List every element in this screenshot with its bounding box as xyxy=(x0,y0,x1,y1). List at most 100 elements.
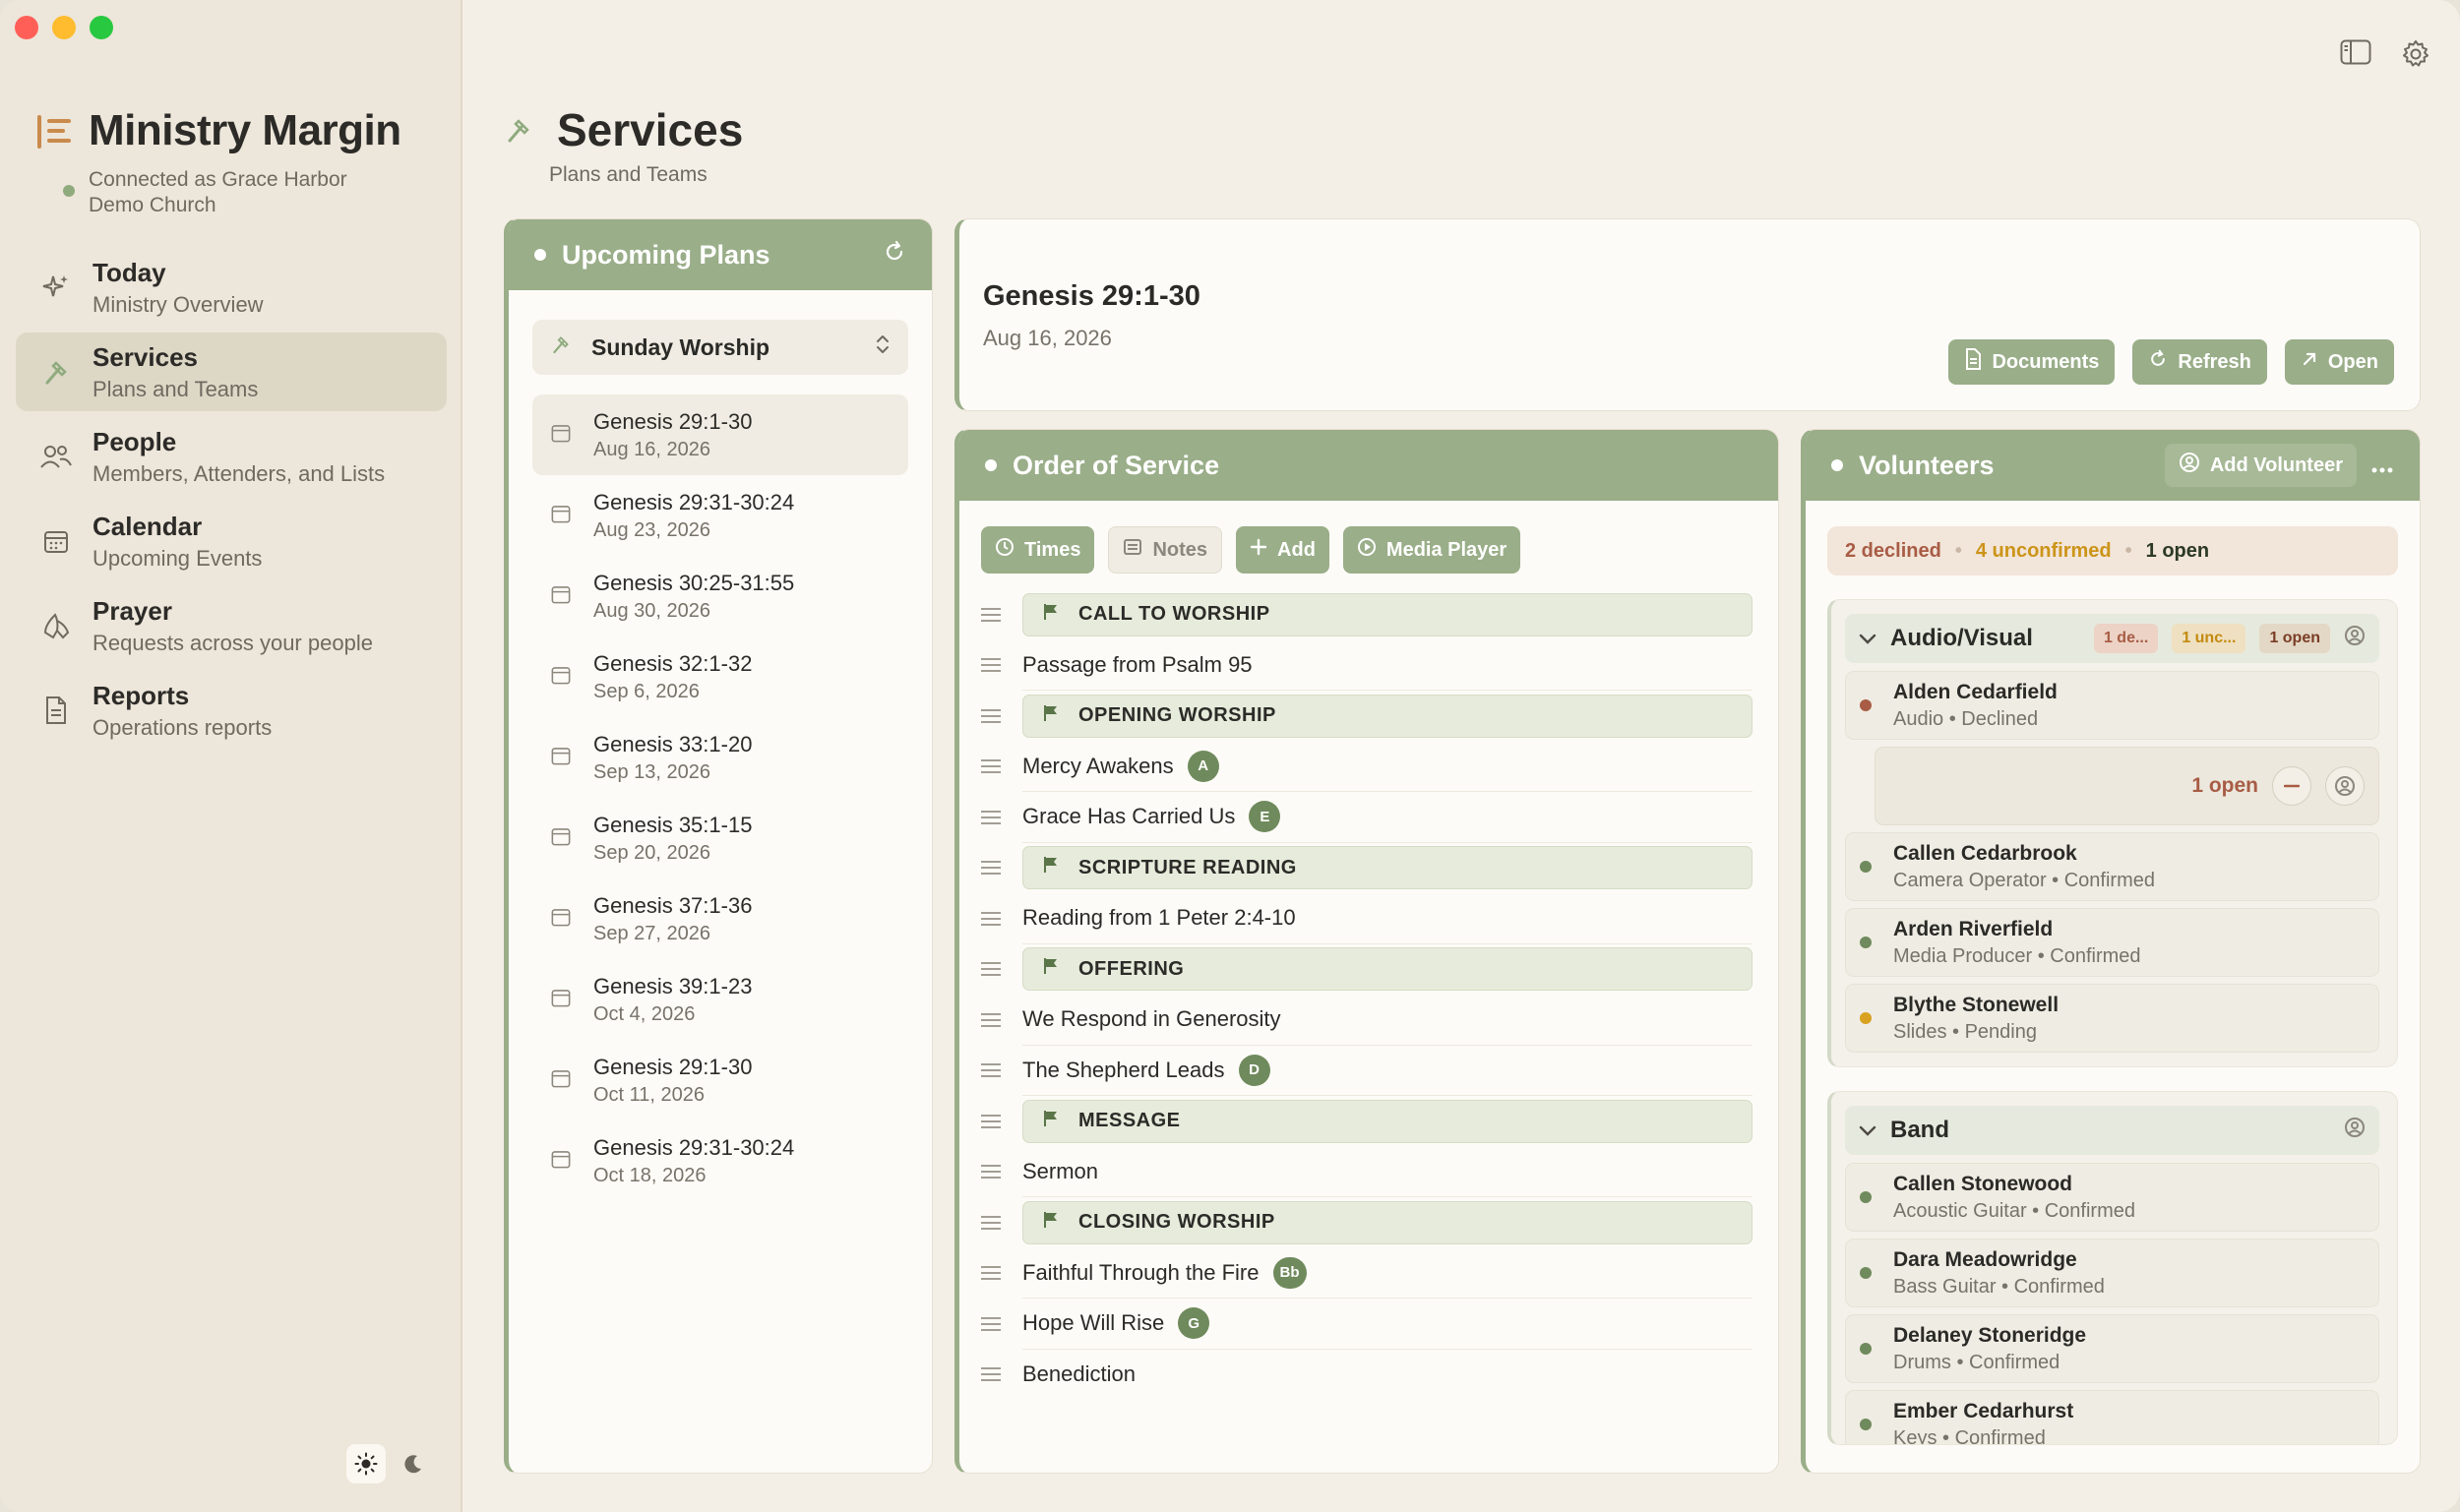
drag-handle-icon[interactable] xyxy=(981,962,1001,977)
order-section-row[interactable]: OFFERING xyxy=(981,944,1753,996)
volunteer-row[interactable]: Ember Cedarhurst Keys • Confirmed xyxy=(1845,1390,2379,1444)
times-button[interactable]: Times xyxy=(981,526,1095,574)
order-item-row[interactable]: Mercy Awakens A xyxy=(981,742,1753,792)
order-section-row[interactable]: CALL TO WORSHIP xyxy=(981,589,1753,640)
notes-button[interactable]: Notes xyxy=(1108,526,1223,574)
add-volunteer-button[interactable]: Add Volunteer xyxy=(2164,444,2357,487)
zoom-window-button[interactable] xyxy=(90,16,113,39)
order-item-row[interactable]: We Respond in Generosity xyxy=(981,995,1753,1046)
sidebar-item-prayer[interactable]: Prayer Requests across your people xyxy=(16,586,447,665)
settings-gear-icon[interactable] xyxy=(2401,39,2430,74)
plan-list-item[interactable]: Genesis 35:1-15 Sep 20, 2026 xyxy=(532,798,908,878)
refresh-button[interactable]: Refresh xyxy=(2132,339,2267,385)
volunteer-row[interactable]: Dara Meadowridge Bass Guitar • Confirmed xyxy=(1845,1239,2379,1307)
order-item-row[interactable]: Benediction xyxy=(981,1350,1753,1401)
toolbar xyxy=(2340,39,2430,74)
volunteer-row[interactable]: Callen Cedarbrook Camera Operator • Confi… xyxy=(1845,832,2379,901)
volunteer-role: Drums • Confirmed xyxy=(1893,1351,2060,1373)
order-item-row[interactable]: Sermon xyxy=(981,1147,1753,1197)
volunteer-row[interactable]: Delaney Stoneridge Drums • Confirmed xyxy=(1845,1314,2379,1383)
order-section-row[interactable]: MESSAGE xyxy=(981,1096,1753,1147)
drag-handle-icon[interactable] xyxy=(981,1266,1001,1281)
sidebar-toggle-icon[interactable] xyxy=(2340,39,2371,74)
add-item-button[interactable]: Add xyxy=(1236,526,1329,574)
sidebar-item-reports[interactable]: Reports Operations reports xyxy=(16,671,447,750)
drag-handle-icon[interactable] xyxy=(981,1063,1001,1078)
connection-status: Connected as Grace Harbor Demo Church xyxy=(63,167,384,218)
add-person-icon[interactable] xyxy=(2344,1117,2366,1145)
confirmed-status-dot xyxy=(1860,1343,1872,1355)
order-item-row[interactable]: Passage from Psalm 95 xyxy=(981,640,1753,691)
order-section-row[interactable]: CLOSING WORSHIP xyxy=(981,1197,1753,1248)
drag-handle-icon[interactable] xyxy=(981,658,1001,673)
documents-button[interactable]: Documents xyxy=(1948,339,2116,385)
panel-title: Upcoming Plans xyxy=(562,239,770,270)
plan-list-item[interactable]: Genesis 29:31-30:24 Aug 23, 2026 xyxy=(532,475,908,556)
plan-list-item[interactable]: Genesis 37:1-36 Sep 27, 2026 xyxy=(532,878,908,959)
order-item-row[interactable]: Reading from 1 Peter 2:4-10 xyxy=(981,893,1753,944)
add-person-icon[interactable] xyxy=(2344,625,2366,653)
drag-handle-icon[interactable] xyxy=(981,708,1001,723)
minimize-window-button[interactable] xyxy=(52,16,76,39)
plan-list-item[interactable]: Genesis 29:1-30 Oct 11, 2026 xyxy=(532,1040,908,1120)
drag-handle-icon[interactable] xyxy=(981,1316,1001,1331)
plan-list-item[interactable]: Genesis 32:1-32 Sep 6, 2026 xyxy=(532,636,908,717)
service-type-select[interactable]: Sunday Worship xyxy=(532,320,908,375)
order-item-row[interactable]: Grace Has Carried Us E xyxy=(981,792,1753,843)
drag-handle-icon[interactable] xyxy=(981,759,1001,774)
sidebar-item-subtitle: Plans and Teams xyxy=(92,376,259,401)
calendar-icon xyxy=(550,825,572,852)
light-mode-sun-icon[interactable] xyxy=(346,1444,386,1483)
drag-handle-icon[interactable] xyxy=(981,810,1001,824)
drag-handle-icon[interactable] xyxy=(981,1367,1001,1382)
plan-name: Genesis 39:1-23 xyxy=(593,973,753,998)
confirmed-status-dot xyxy=(1860,861,1872,873)
calendar-icon xyxy=(550,1148,572,1175)
assign-person-button[interactable] xyxy=(2325,766,2365,806)
team-name: Band xyxy=(1890,1117,1949,1143)
separator-dot: • xyxy=(1954,539,1962,562)
drag-handle-icon[interactable] xyxy=(981,861,1001,876)
panel-title: Order of Service xyxy=(1013,450,1220,480)
refresh-icon[interactable] xyxy=(883,240,906,271)
more-options-icon[interactable] xyxy=(2370,451,2394,481)
plan-list-item[interactable]: Genesis 29:31-30:24 Oct 18, 2026 xyxy=(532,1120,908,1201)
volunteer-row[interactable]: Callen Stonewood Acoustic Guitar • Confir… xyxy=(1845,1163,2379,1232)
team-header[interactable]: Band xyxy=(1845,1106,2379,1155)
plan-list-item[interactable]: Genesis 30:25-31:55 Aug 30, 2026 xyxy=(532,556,908,636)
team-header[interactable]: Audio/Visual 1 de... 1 unc... 1 open xyxy=(1845,614,2379,663)
volunteer-row[interactable]: Blythe Stonewell Slides • Pending xyxy=(1845,984,2379,1053)
order-item-row[interactable]: Faithful Through the Fire Bb xyxy=(981,1248,1753,1299)
order-of-service-panel: Order of Service Times Notes Add Media P… xyxy=(954,429,1779,1474)
order-item-row[interactable]: Hope Will Rise G xyxy=(981,1299,1753,1350)
order-section-row[interactable]: SCRIPTURE READING xyxy=(981,843,1753,894)
order-section-row[interactable]: OPENING WORSHIP xyxy=(981,691,1753,742)
volunteer-row[interactable]: Alden Cedarfield Audio • Declined xyxy=(1845,671,2379,740)
drag-handle-icon[interactable] xyxy=(981,607,1001,622)
drag-handle-icon[interactable] xyxy=(981,911,1001,926)
close-window-button[interactable] xyxy=(15,16,38,39)
volunteer-row[interactable]: Arden Riverfield Media Producer • Confirm… xyxy=(1845,908,2379,977)
sidebar-item-calendar[interactable]: Calendar Upcoming Events xyxy=(16,502,447,580)
plan-list-item[interactable]: Genesis 39:1-23 Oct 4, 2026 xyxy=(532,959,908,1040)
drag-handle-icon[interactable] xyxy=(981,1114,1001,1128)
sidebar-item-today[interactable]: Today Ministry Overview xyxy=(16,248,447,327)
remove-slot-button[interactable] xyxy=(2272,766,2311,806)
plan-detail-panel: Genesis 29:1-30 Aug 16, 2026 Documents R… xyxy=(954,218,2421,411)
item-title: Reading from 1 Peter 2:4-10 xyxy=(1022,905,1296,931)
calendar-icon xyxy=(39,524,73,558)
drag-handle-icon[interactable] xyxy=(981,1012,1001,1027)
plan-list-item[interactable]: Genesis 29:1-30 Aug 16, 2026 xyxy=(532,394,908,475)
drag-handle-icon[interactable] xyxy=(981,1165,1001,1179)
plan-list-item[interactable]: Genesis 33:1-20 Sep 13, 2026 xyxy=(532,717,908,798)
item-title: Mercy Awakens xyxy=(1022,753,1174,778)
order-item-row[interactable]: The Shepherd Leads D xyxy=(981,1046,1753,1096)
plan-name: Genesis 30:25-31:55 xyxy=(593,570,795,595)
drag-handle-icon[interactable] xyxy=(981,1215,1001,1230)
sidebar-item-services[interactable]: Services Plans and Teams xyxy=(16,333,447,411)
declined-pill: 1 de... xyxy=(2093,624,2159,653)
media-player-button[interactable]: Media Player xyxy=(1342,526,1521,574)
sidebar-item-people[interactable]: People Members, Attenders, and Lists xyxy=(16,417,447,496)
dark-mode-moon-icon[interactable] xyxy=(394,1444,433,1483)
open-button[interactable]: Open xyxy=(2284,339,2394,385)
